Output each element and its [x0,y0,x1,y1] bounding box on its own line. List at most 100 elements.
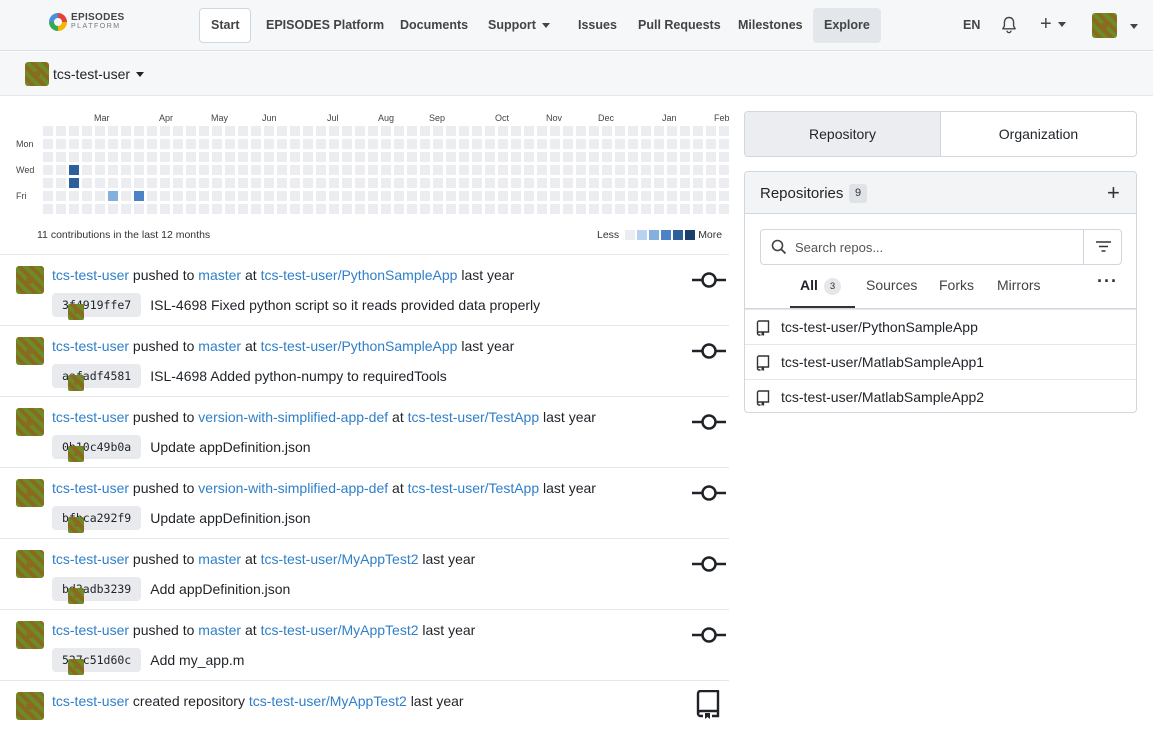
heatmap-cell[interactable] [108,204,118,214]
heatmap-cell[interactable] [108,152,118,162]
feed-repo-link[interactable]: tcs-test-user/MyAppTest2 [261,622,419,638]
nav-support[interactable]: Support [477,8,561,43]
heatmap-cell[interactable] [277,165,287,175]
heatmap-cell[interactable] [407,204,417,214]
heatmap-cell[interactable] [212,204,222,214]
heatmap-cell[interactable] [108,191,118,201]
heatmap-cell[interactable] [121,152,131,162]
heatmap-cell[interactable] [43,204,53,214]
heatmap-cell[interactable] [277,126,287,136]
heatmap-cell[interactable] [602,126,612,136]
feed-branch-link[interactable]: master [198,551,241,567]
heatmap-cell[interactable] [719,152,729,162]
heatmap-cell[interactable] [407,191,417,201]
heatmap-cell[interactable] [719,178,729,188]
heatmap-cell[interactable] [563,191,573,201]
heatmap-cell[interactable] [264,191,274,201]
heatmap-cell[interactable] [433,178,443,188]
heatmap-cell[interactable] [680,178,690,188]
heatmap-cell[interactable] [511,204,521,214]
heatmap-cell[interactable] [290,152,300,162]
heatmap-cell[interactable] [368,126,378,136]
heatmap-cell[interactable] [316,191,326,201]
repo-list-item[interactable]: tcs-test-user/MatlabSampleApp1 [745,344,1136,379]
heatmap-cell[interactable] [316,178,326,188]
commit-sha[interactable]: bd3adb3239 [52,577,142,601]
heatmap-cell[interactable] [186,178,196,188]
heatmap-cell[interactable] [602,152,612,162]
heatmap-cell[interactable] [446,204,456,214]
heatmap-cell[interactable] [667,152,677,162]
heatmap-cell[interactable] [368,139,378,149]
heatmap-cell[interactable] [524,126,534,136]
heatmap-cell[interactable] [563,178,573,188]
repo-filter-forks[interactable]: Forks [939,277,974,293]
heatmap-cell[interactable] [355,126,365,136]
heatmap-cell[interactable] [576,139,586,149]
heatmap-cell[interactable] [95,152,105,162]
repo-list-item[interactable]: tcs-test-user/MatlabSampleApp2 [745,379,1136,412]
heatmap-cell[interactable] [69,139,79,149]
heatmap-cell[interactable] [212,139,222,149]
tab-organization[interactable]: Organization [941,112,1136,156]
heatmap-cell[interactable] [680,152,690,162]
heatmap-cell[interactable] [602,204,612,214]
heatmap-cell[interactable] [303,204,313,214]
heatmap-cell[interactable] [160,152,170,162]
heatmap-cell[interactable] [511,165,521,175]
heatmap-cell[interactable] [160,139,170,149]
repo-list-item[interactable]: tcs-test-user/PythonSampleApp [745,309,1136,344]
heatmap-cell[interactable] [121,126,131,136]
heatmap-cell[interactable] [316,165,326,175]
heatmap-cell[interactable] [69,152,79,162]
heatmap-cell[interactable] [472,191,482,201]
heatmap-cell[interactable] [225,204,235,214]
heatmap-cell[interactable] [472,165,482,175]
heatmap-cell[interactable] [95,165,105,175]
heatmap-cell[interactable] [134,152,144,162]
feed-user-link[interactable]: tcs-test-user [52,267,129,283]
heatmap-cell[interactable] [264,204,274,214]
heatmap-cell[interactable] [654,165,664,175]
heatmap-cell[interactable] [394,126,404,136]
heatmap-cell[interactable] [303,165,313,175]
heatmap-cell[interactable] [693,204,703,214]
heatmap-cell[interactable] [82,165,92,175]
heatmap-cell[interactable] [706,139,716,149]
heatmap-cell[interactable] [615,126,625,136]
heatmap-cell[interactable] [134,178,144,188]
heatmap-cell[interactable] [225,139,235,149]
heatmap-cell[interactable] [719,165,729,175]
heatmap-cell[interactable] [667,191,677,201]
heatmap-cell[interactable] [563,165,573,175]
heatmap-cell[interactable] [186,139,196,149]
commit-sha[interactable]: 0b10c49b0a [52,435,142,459]
heatmap-cell[interactable] [394,165,404,175]
heatmap-cell[interactable] [394,178,404,188]
heatmap-cell[interactable] [589,152,599,162]
heatmap-cell[interactable] [446,126,456,136]
heatmap-cell[interactable] [654,204,664,214]
heatmap-cell[interactable] [368,152,378,162]
feed-repo-link[interactable]: tcs-test-user/MyAppTest2 [261,551,419,567]
heatmap-cell[interactable] [238,139,248,149]
heatmap-cell[interactable] [693,178,703,188]
heatmap-cell[interactable] [186,126,196,136]
heatmap-cell[interactable] [56,165,66,175]
heatmap-cell[interactable] [303,152,313,162]
heatmap-cell[interactable] [511,126,521,136]
heatmap-cell[interactable] [615,152,625,162]
heatmap-cell[interactable] [251,165,261,175]
heatmap-cell[interactable] [420,204,430,214]
heatmap-cell[interactable] [498,204,508,214]
feed-repo-link[interactable]: tcs-test-user/PythonSampleApp [261,338,458,354]
more-options-icon[interactable]: ··· [1097,271,1118,292]
heatmap-cell[interactable] [121,191,131,201]
heatmap-cell[interactable] [498,126,508,136]
heatmap-cell[interactable] [225,178,235,188]
feed-user-link[interactable]: tcs-test-user [52,338,129,354]
heatmap-cell[interactable] [693,152,703,162]
heatmap-cell[interactable] [342,178,352,188]
heatmap-cell[interactable] [173,178,183,188]
filter-button[interactable] [1083,230,1122,264]
